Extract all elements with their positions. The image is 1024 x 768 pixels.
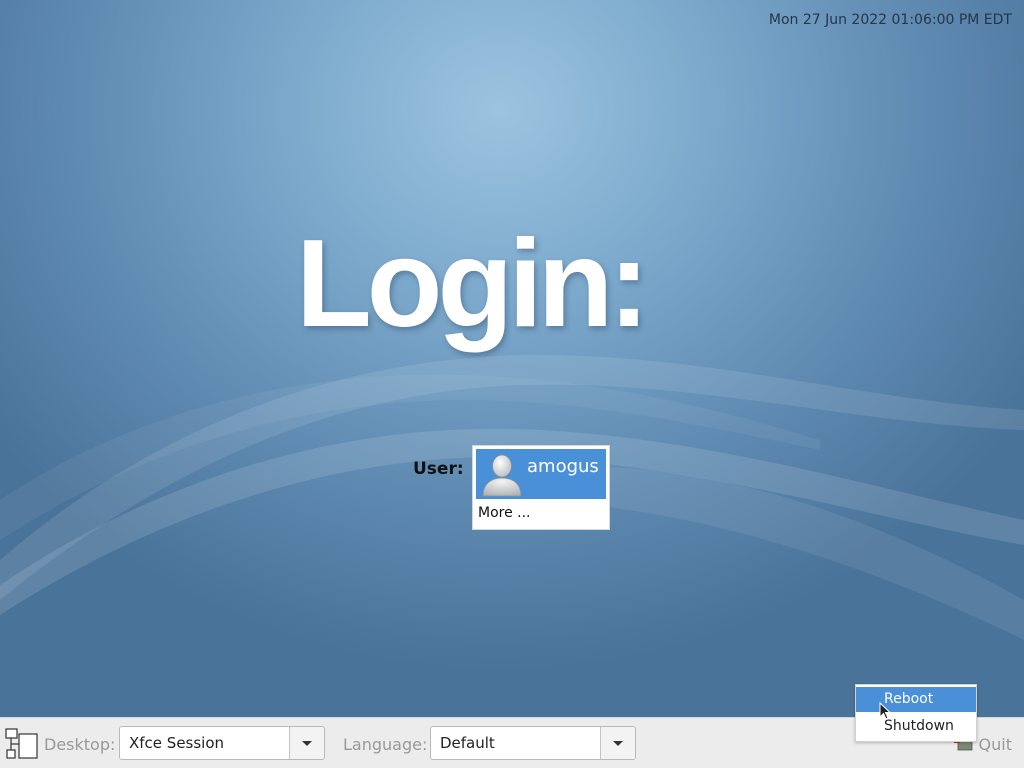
mouse-cursor-icon bbox=[879, 702, 891, 720]
session-icon bbox=[5, 728, 38, 759]
more-users-link[interactable]: More ... bbox=[478, 505, 531, 521]
user-avatar-icon bbox=[482, 454, 522, 497]
chevron-down-icon[interactable] bbox=[289, 727, 324, 759]
language-select-value: Default bbox=[440, 734, 495, 752]
desktop-select-value: Xfce Session bbox=[129, 734, 225, 752]
language-select[interactable]: Default bbox=[430, 726, 636, 760]
desktop-select[interactable]: Xfce Session bbox=[119, 726, 325, 760]
shutdown-menu-item[interactable]: Shutdown bbox=[856, 714, 976, 739]
quit-menu: Reboot Shutdown bbox=[855, 684, 977, 742]
desktop-label: Desktop: bbox=[44, 735, 116, 754]
user-name: amogus bbox=[527, 456, 599, 477]
user-label: User: bbox=[413, 459, 464, 479]
reboot-menu-item[interactable]: Reboot bbox=[856, 687, 976, 712]
shutdown-label: Shutdown bbox=[884, 718, 954, 734]
login-title: Login: bbox=[296, 215, 650, 353]
background-waves bbox=[0, 354, 1024, 640]
clock: Mon 27 Jun 2022 01:06:00 PM EDT bbox=[768, 12, 1012, 28]
quit-button[interactable]: Quit bbox=[979, 735, 1012, 754]
reboot-label: Reboot bbox=[884, 691, 934, 707]
user-list: amogus More ... bbox=[472, 445, 610, 530]
login-screen: Mon 27 Jun 2022 01:06:00 PM EDT Login: U… bbox=[0, 0, 1024, 768]
chevron-down-icon[interactable] bbox=[600, 727, 635, 759]
user-item-amogus[interactable]: amogus bbox=[476, 449, 606, 499]
language-label: Language: bbox=[343, 735, 428, 754]
